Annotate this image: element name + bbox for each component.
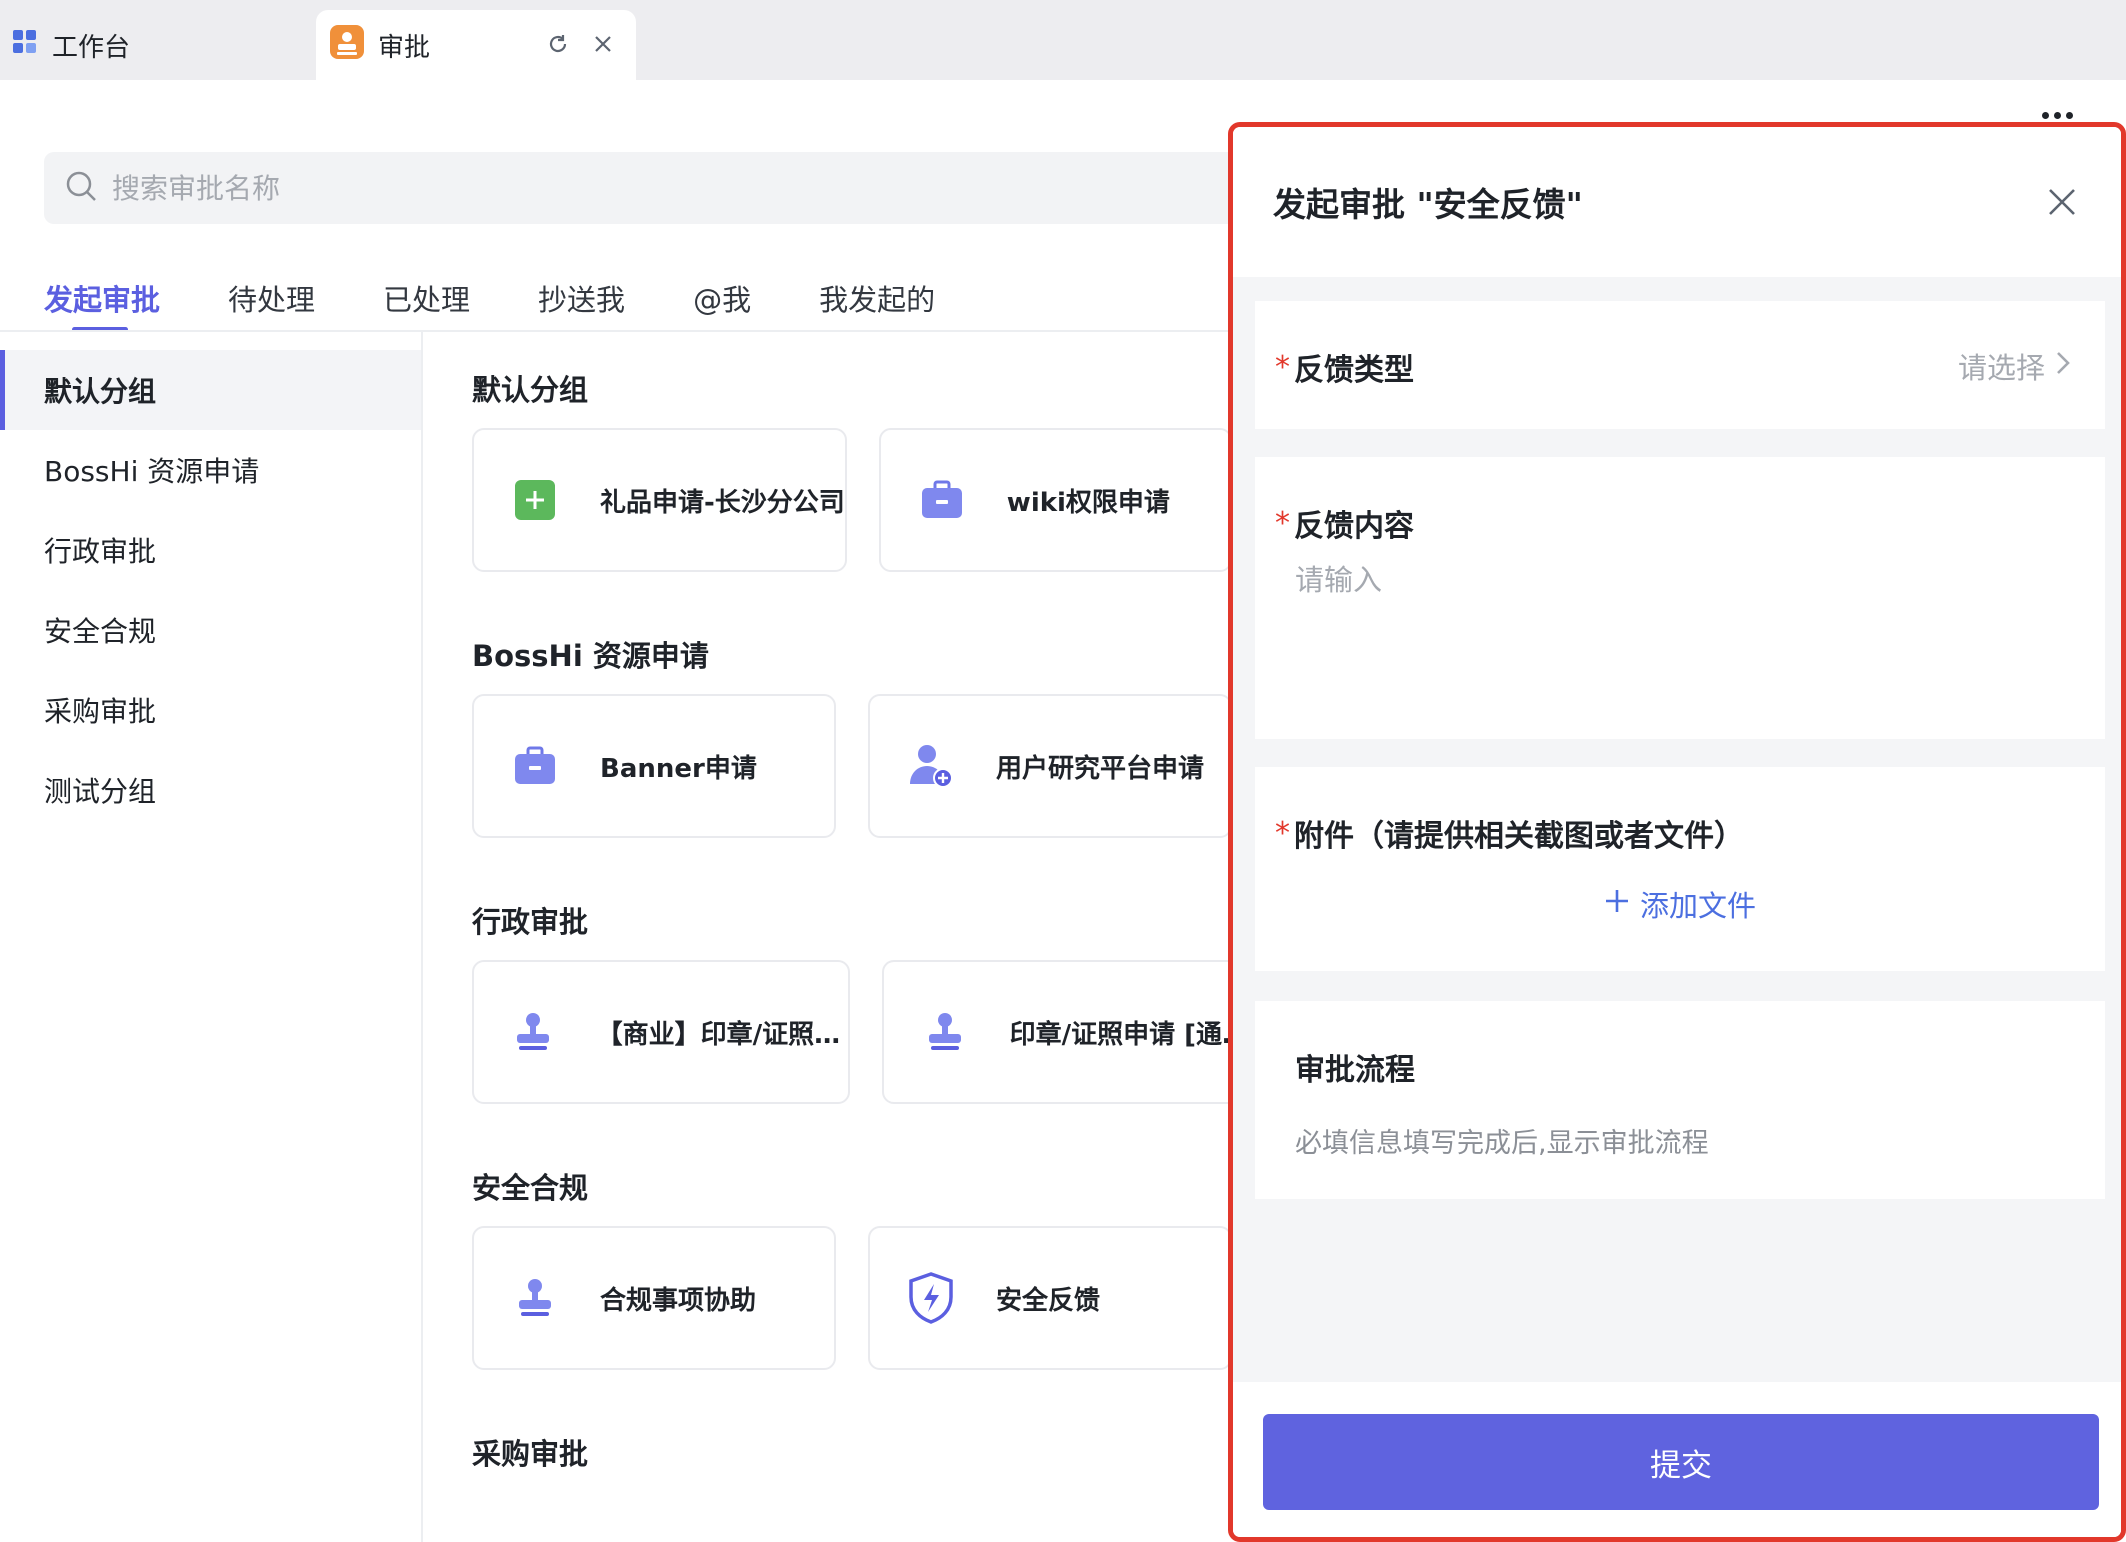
feedback-type-select[interactable]: 请选择	[1958, 345, 2071, 387]
field-label: 反馈内容	[1294, 509, 1414, 544]
approval-flow-section: 审批流程 必填信息填写完成后,显示审批流程	[1255, 1001, 2105, 1199]
group-title: 默认分组	[472, 373, 589, 407]
chevron-right-icon	[2045, 349, 2071, 383]
group-title: BossHi 资源申请	[472, 639, 709, 673]
tab-bar: 工作台 审批	[0, 0, 2126, 80]
card-label: 合规事项协助	[600, 1285, 757, 1316]
gift-icon	[510, 475, 560, 525]
approval-form-panel: 发起审批 "安全反馈" * 反馈类型 请选择 * 反馈内容 * 附件（请提供相关…	[1228, 122, 2126, 1542]
plus-icon	[1604, 887, 1640, 921]
stamp-icon	[920, 1007, 970, 1057]
card-label: 用户研究平台申请	[996, 753, 1205, 784]
card-label: 印章/证照申请 [通用]	[1009, 1019, 1258, 1050]
nav-tabs: 发起审批 待处理 已处理 抄送我 @我 我发起的	[44, 262, 1003, 334]
approval-card[interactable]: Banner申请	[472, 694, 836, 838]
tab-cc-me[interactable]: 抄送我	[538, 262, 625, 334]
add-file-button[interactable]: 添加文件	[1255, 883, 2105, 925]
user-add-icon	[906, 741, 956, 791]
group-title: 安全合规	[472, 1171, 589, 1205]
search-input[interactable]	[112, 171, 1112, 205]
refresh-icon[interactable]	[546, 32, 570, 63]
tab-mention-me[interactable]: @我	[693, 262, 751, 334]
more-icon[interactable]	[2042, 112, 2073, 119]
tab-approval[interactable]: 审批	[316, 10, 636, 80]
stamp-icon	[510, 1007, 557, 1057]
required-mark: *	[1275, 349, 1290, 385]
required-mark: *	[1275, 505, 1290, 541]
grid-icon	[12, 29, 38, 62]
approval-card[interactable]: 安全反馈	[868, 1226, 1232, 1370]
submit-button[interactable]: 提交	[1263, 1414, 2099, 1510]
flow-hint: 必填信息填写完成后,显示审批流程	[1295, 1128, 1709, 1159]
tab-processed[interactable]: 已处理	[383, 262, 470, 334]
sidebar-item-test[interactable]: 测试分组	[0, 750, 421, 830]
attachment-field: * 附件（请提供相关截图或者文件） 添加文件	[1255, 767, 2105, 971]
card-label: 安全反馈	[996, 1285, 1101, 1316]
group-sidebar: 默认分组 BossHi 资源申请 行政审批 安全合规 采购审批 测试分组	[0, 332, 423, 1542]
sidebar-item-admin[interactable]: 行政审批	[0, 510, 421, 590]
approval-card[interactable]: 礼品申请-长沙分公司	[472, 428, 847, 572]
feedback-content-textarea[interactable]	[1295, 557, 2075, 717]
group-title: 行政审批	[472, 905, 589, 939]
card-label: wiki权限申请	[1006, 487, 1170, 518]
tab-workbench[interactable]: 工作台	[0, 10, 314, 80]
close-icon[interactable]	[592, 32, 614, 63]
panel-title: 发起审批 "安全反馈"	[1273, 185, 1583, 224]
tab-initiated-by-me[interactable]: 我发起的	[819, 262, 935, 334]
close-icon[interactable]	[2047, 187, 2077, 217]
feedback-content-field: * 反馈内容	[1255, 457, 2105, 739]
card-label: 礼品申请-长沙分公司	[600, 487, 845, 518]
panel-footer: 提交	[1233, 1382, 2121, 1537]
panel-header: 发起审批 "安全反馈"	[1233, 127, 2121, 277]
shield-bolt-icon	[906, 1272, 956, 1324]
briefcase-icon	[510, 741, 560, 791]
card-label: 【商业】印章/证照申请	[596, 1019, 848, 1050]
flow-title: 审批流程	[1295, 1053, 1415, 1088]
sidebar-item-purchase[interactable]: 采购审批	[0, 670, 421, 750]
briefcase-icon	[917, 475, 967, 525]
approval-card[interactable]: 【商业】印章/证照申请	[472, 960, 850, 1104]
approval-list: 默认分组 礼品申请-长沙分公司 wiki权限申请 BossHi 资源申请 Ban…	[472, 348, 1260, 1492]
tab-pending[interactable]: 待处理	[228, 262, 315, 334]
field-label: 附件（请提供相关截图或者文件）	[1294, 819, 1744, 854]
tab-label: 审批	[378, 32, 431, 63]
stamp-icon	[510, 1273, 560, 1323]
approval-card[interactable]: 印章/证照申请 [通用]	[882, 960, 1260, 1104]
approval-card[interactable]: 合规事项协助	[472, 1226, 836, 1370]
approval-card[interactable]: wiki权限申请	[878, 428, 1232, 572]
tab-label: 工作台	[52, 32, 131, 63]
search-icon	[64, 169, 98, 207]
tab-initiate-approval[interactable]: 发起审批	[44, 262, 160, 334]
stamp-app-icon	[330, 24, 364, 66]
select-placeholder: 请选择	[1957, 351, 2045, 385]
sidebar-item-security[interactable]: 安全合规	[0, 590, 421, 670]
sidebar-item-default[interactable]: 默认分组	[0, 350, 421, 430]
group-title: 采购审批	[472, 1437, 589, 1471]
field-label: 反馈类型	[1294, 353, 1414, 388]
feedback-type-field[interactable]: * 反馈类型 请选择	[1255, 301, 2105, 429]
card-label: Banner申请	[600, 753, 757, 784]
search-box[interactable]	[44, 152, 1244, 224]
approval-card[interactable]: 用户研究平台申请	[868, 694, 1232, 838]
add-file-label: 添加文件	[1639, 889, 1756, 923]
required-mark: *	[1275, 815, 1290, 851]
sidebar-item-bosshi[interactable]: BossHi 资源申请	[0, 430, 421, 510]
tab-actions	[546, 32, 614, 63]
